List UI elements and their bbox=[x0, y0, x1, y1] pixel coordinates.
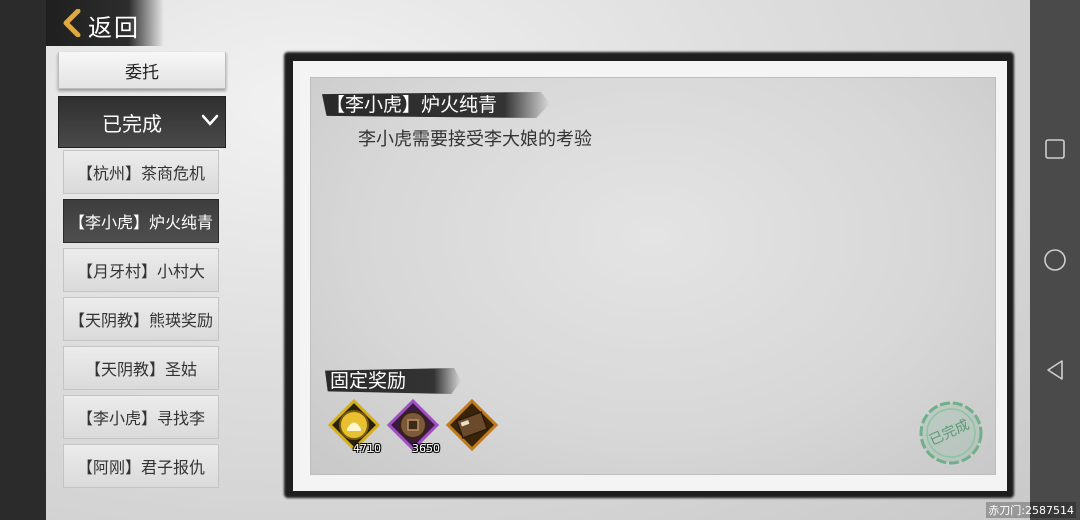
tab-commission[interactable]: 委托 bbox=[58, 52, 226, 89]
quest-item-1[interactable]: 【李小虎】炉火纯青 bbox=[63, 199, 219, 243]
quest-label: 【李小虎】寻找李 bbox=[76, 409, 205, 428]
system-nav-bar bbox=[1030, 0, 1080, 520]
quest-item-2[interactable]: 【月牙村】小村大 bbox=[63, 248, 219, 292]
reward-book[interactable] bbox=[443, 396, 501, 454]
reward-header: 固定奖励 bbox=[330, 370, 407, 392]
quest-label: 【阿刚】君子报仇 bbox=[76, 458, 205, 477]
quest-item-6[interactable]: 【阿刚】君子报仇 bbox=[63, 444, 219, 488]
reward-count: 4710 bbox=[353, 442, 381, 455]
quest-label: 【杭州】茶商危机 bbox=[76, 164, 205, 183]
quest-title: 【李小虎】炉火纯青 bbox=[326, 94, 498, 116]
quest-label: 【天阴教】熊瑛奖励 bbox=[68, 311, 213, 330]
triangle-back-icon[interactable] bbox=[1043, 358, 1067, 382]
quest-item-0[interactable]: 【杭州】茶商危机 bbox=[63, 150, 219, 194]
quest-list: 【杭州】茶商危机 【李小虎】炉火纯青 【月牙村】小村大 【天阴教】熊瑛奖励 【天… bbox=[63, 150, 219, 493]
reward-silver-coin[interactable]: 4710 bbox=[325, 396, 383, 455]
completed-stamp-icon: 已完成 bbox=[918, 400, 984, 466]
chevron-down-icon bbox=[201, 114, 219, 126]
back-button[interactable]: 返回 bbox=[46, 0, 164, 46]
section-label: 已完成 bbox=[102, 111, 162, 136]
back-label: 返回 bbox=[88, 14, 140, 42]
square-icon[interactable] bbox=[1043, 137, 1067, 161]
tab-commission-label: 委托 bbox=[125, 62, 159, 83]
watermark: 赤刀门:2587514 bbox=[986, 502, 1076, 518]
completed-section-toggle[interactable]: 已完成 bbox=[58, 96, 226, 148]
reward-copper-coin[interactable]: 3650 bbox=[384, 396, 442, 455]
game-screen: 返回 委托 已完成 【杭州】茶商危机 【李小虎】炉火纯青 【月牙村】小村大 【天… bbox=[0, 0, 1030, 520]
quest-label: 【天阴教】圣姑 bbox=[84, 360, 197, 379]
quest-label: 【李小虎】炉火纯青 bbox=[68, 213, 213, 232]
reward-count: 3650 bbox=[412, 442, 440, 455]
circle-icon[interactable] bbox=[1043, 248, 1067, 272]
book-icon bbox=[445, 398, 499, 452]
quest-description: 李小虎需要接受李大娘的考验 bbox=[358, 129, 592, 150]
quest-item-4[interactable]: 【天阴教】圣姑 bbox=[63, 346, 219, 390]
left-edge bbox=[0, 0, 46, 520]
quest-label: 【月牙村】小村大 bbox=[76, 262, 205, 281]
quest-item-3[interactable]: 【天阴教】熊瑛奖励 bbox=[63, 297, 219, 341]
quest-item-5[interactable]: 【李小虎】寻找李 bbox=[63, 395, 219, 439]
chevron-left-icon bbox=[63, 9, 81, 37]
